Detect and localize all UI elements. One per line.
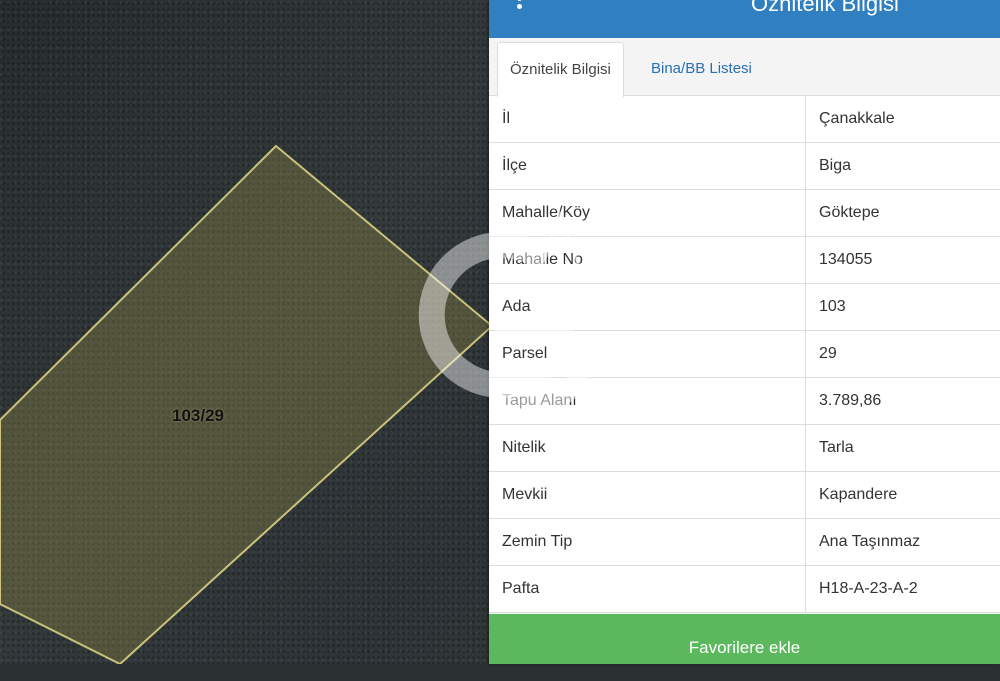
tab-attribute-info[interactable]: Öznitelik Bilgisi bbox=[497, 42, 624, 98]
row-value: 3.789,86 bbox=[806, 378, 1000, 425]
tab-building-list[interactable]: Bina/BB Listesi bbox=[639, 42, 764, 96]
tab-bar: Öznitelik Bilgisi Bina/BB Listesi bbox=[489, 38, 1000, 96]
row-value: Çanakkale bbox=[806, 96, 1000, 143]
row-key: İl bbox=[489, 96, 806, 143]
row-value: 134055 bbox=[806, 237, 1000, 284]
row-key: Zemin Tip bbox=[489, 519, 806, 566]
table-row: Zemin TipAna Taşınmaz bbox=[489, 519, 1000, 566]
panel-title: Öznitelik Bilgisi bbox=[751, 0, 899, 17]
row-value: Göktepe bbox=[806, 190, 1000, 237]
table-row: Mahalle No134055 bbox=[489, 237, 1000, 284]
table-row: Parsel29 bbox=[489, 331, 1000, 378]
table-row: Mahalle/KöyGöktepe bbox=[489, 190, 1000, 237]
row-key: Nitelik bbox=[489, 425, 806, 472]
parcel-label: 103/29 bbox=[172, 406, 224, 426]
row-key: Mahalle No bbox=[489, 237, 806, 284]
row-value: Ana Taşınmaz bbox=[806, 519, 1000, 566]
row-value: 29 bbox=[806, 331, 1000, 378]
table-row: İlÇanakkale bbox=[489, 96, 1000, 143]
table-row: Tapu Alanı3.789,86 bbox=[489, 378, 1000, 425]
row-key: Tapu Alanı bbox=[489, 378, 806, 425]
row-key: Mevkii bbox=[489, 472, 806, 519]
table-row: Ada103 bbox=[489, 284, 1000, 331]
parcel-polygon[interactable] bbox=[0, 146, 492, 664]
row-value: Tarla bbox=[806, 425, 1000, 472]
add-to-favorites-button[interactable]: Favorilere ekle bbox=[489, 614, 1000, 664]
row-key: Pafta bbox=[489, 566, 806, 613]
row-value: Kapandere bbox=[806, 472, 1000, 519]
row-key: Parsel bbox=[489, 331, 806, 378]
row-key: İlçe bbox=[489, 143, 806, 190]
panel-header: Öznitelik Bilgisi bbox=[489, 0, 1000, 38]
attribute-table: İlÇanakkale İlçeBiga Mahalle/KöyGöktepe … bbox=[489, 96, 1000, 613]
row-key: Ada bbox=[489, 284, 806, 331]
row-value: Biga bbox=[806, 143, 1000, 190]
table-row: MevkiiKapandere bbox=[489, 472, 1000, 519]
row-value: 103 bbox=[806, 284, 1000, 331]
row-key: Mahalle/Köy bbox=[489, 190, 806, 237]
table-row: PaftaH18-A-23-A-2 bbox=[489, 566, 1000, 613]
attribute-panel: Öznitelik Bilgisi Öznitelik Bilgisi Bina… bbox=[489, 0, 1000, 664]
row-value: H18-A-23-A-2 bbox=[806, 566, 1000, 613]
table-row: İlçeBiga bbox=[489, 143, 1000, 190]
menu-icon[interactable] bbox=[516, 0, 524, 18]
table-row: NitelikTarla bbox=[489, 425, 1000, 472]
